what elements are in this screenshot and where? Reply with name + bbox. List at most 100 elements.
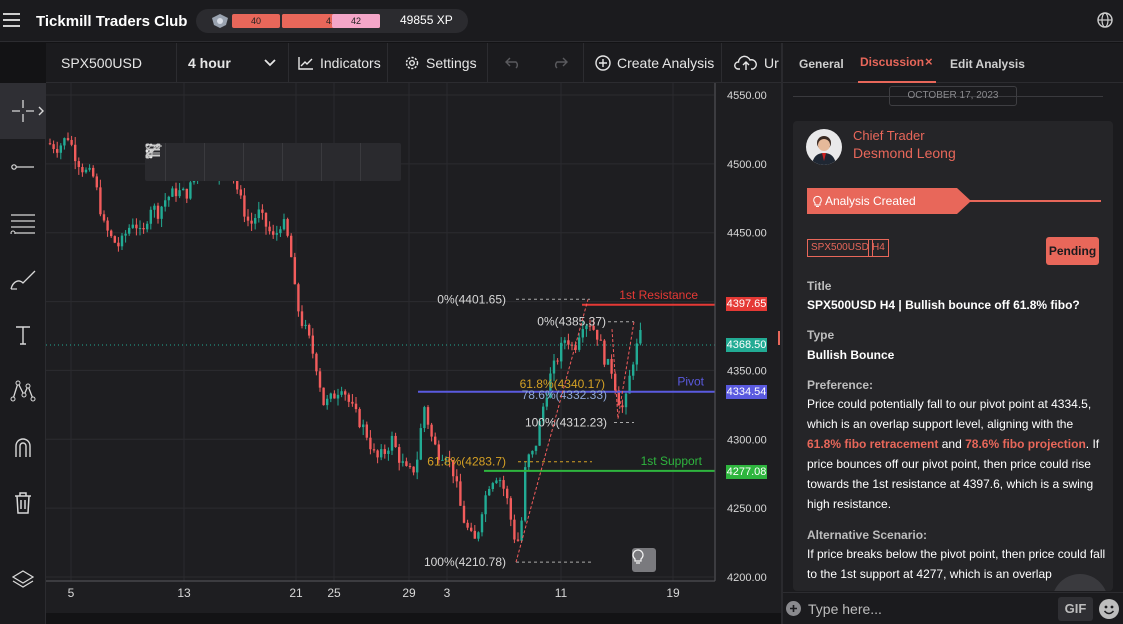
crosshair-icon bbox=[12, 100, 34, 122]
close-tab-icon[interactable]: × bbox=[925, 54, 933, 69]
candle-body bbox=[570, 344, 574, 346]
candle-body bbox=[354, 403, 358, 410]
ray-button[interactable] bbox=[145, 143, 243, 181]
fib-label: 0%(4401.65) bbox=[437, 292, 506, 306]
candle-body bbox=[398, 447, 401, 463]
time-axis-label: 21 bbox=[289, 586, 303, 600]
candle-body bbox=[56, 149, 59, 153]
expand-arrow-icon[interactable] bbox=[38, 106, 44, 116]
candle-body bbox=[279, 229, 282, 234]
candle-body bbox=[567, 340, 570, 345]
candle-body bbox=[311, 335, 314, 354]
price-axis-label: 4300.00 bbox=[727, 434, 767, 446]
poster-role: Chief Trader bbox=[853, 128, 925, 143]
candle-body bbox=[70, 139, 73, 145]
settings-button[interactable]: Settings bbox=[388, 43, 488, 83]
candle-body bbox=[153, 205, 156, 210]
candle-body bbox=[326, 398, 329, 406]
candle-body bbox=[581, 329, 584, 338]
redo-icon[interactable] bbox=[552, 57, 568, 69]
trendline-tool[interactable] bbox=[0, 139, 46, 195]
delete-tool[interactable] bbox=[0, 475, 46, 531]
menu-icon[interactable] bbox=[3, 13, 20, 27]
layers-tool[interactable] bbox=[0, 551, 46, 607]
message-input[interactable]: Type here... bbox=[808, 601, 882, 617]
pivot-price-tag: 4334.54 bbox=[726, 385, 767, 399]
candlesticks bbox=[48, 132, 642, 544]
tab-edit-analysis[interactable]: Edit Analysis bbox=[950, 57, 1025, 71]
candle-body bbox=[142, 227, 145, 230]
price-axis-label: 4350.00 bbox=[727, 365, 767, 377]
candle-body bbox=[66, 138, 70, 140]
trendline-button[interactable] bbox=[145, 143, 282, 181]
price-chart[interactable]: 1st Resistance Pivot 1st Support 0%(4401.65… bbox=[46, 83, 781, 613]
upload-button[interactable]: Ur bbox=[722, 43, 781, 83]
preference-text: Price could potentially fall to our pivo… bbox=[807, 394, 1107, 514]
gif-button[interactable]: GIF bbox=[1058, 597, 1093, 621]
tab-discussion[interactable]: Discussion bbox=[860, 55, 924, 69]
create-analysis-button[interactable]: Create Analysis bbox=[584, 43, 722, 83]
alternative-label: Alternative Scenario: bbox=[807, 528, 928, 542]
upload-label: Ur bbox=[764, 55, 779, 71]
plus-circle-icon bbox=[595, 55, 611, 71]
brush-tool[interactable] bbox=[0, 251, 46, 307]
time-axis-label: 11 bbox=[555, 586, 568, 600]
price-axis-label: 4250.00 bbox=[727, 503, 767, 515]
candle-body bbox=[178, 190, 181, 197]
candle-body bbox=[362, 424, 365, 428]
candle-body bbox=[372, 449, 376, 451]
drawing-toolbar bbox=[145, 143, 401, 181]
settings-label: Settings bbox=[426, 55, 477, 71]
fib-tool[interactable] bbox=[0, 195, 46, 251]
candle-body bbox=[77, 161, 80, 168]
lightbulb-button[interactable] bbox=[632, 548, 656, 572]
avatar[interactable] bbox=[806, 129, 842, 165]
candle-body bbox=[167, 196, 170, 201]
price-axis-label: 4550.00 bbox=[727, 90, 767, 102]
price-axis-label: 4200.00 bbox=[727, 572, 767, 584]
candle-body bbox=[171, 188, 174, 197]
candle-body bbox=[63, 138, 66, 146]
candle-body bbox=[347, 394, 350, 402]
analysis-created-banner: Analysis Created bbox=[807, 188, 971, 214]
fibo-retracement-highlight: 61.8% fibo retracement bbox=[807, 437, 939, 451]
horizontal-ray-icon bbox=[11, 164, 34, 170]
panel-tabs: General Discussion × Edit Analysis bbox=[783, 43, 1123, 83]
timeframe-select[interactable]: 4 hour bbox=[177, 43, 289, 83]
candle-body bbox=[282, 219, 286, 230]
candle-body bbox=[128, 227, 131, 234]
candle-body bbox=[92, 167, 95, 177]
price-axis-label: 4450.00 bbox=[727, 228, 767, 240]
candle-body bbox=[621, 405, 624, 408]
brush-icon bbox=[10, 270, 36, 290]
pattern-tool[interactable] bbox=[0, 363, 46, 419]
symbol-selector[interactable]: SPX500USD bbox=[46, 43, 177, 83]
emoji-icon[interactable] bbox=[1099, 599, 1119, 619]
globe-icon[interactable] bbox=[1096, 11, 1114, 29]
candle-body bbox=[470, 527, 473, 531]
candle-body bbox=[254, 218, 257, 224]
title-value: SPX500USD H4 | Bullish bounce off 61.8% … bbox=[807, 298, 1080, 312]
parallel-channel-button[interactable] bbox=[146, 143, 360, 181]
magnet-tool[interactable] bbox=[0, 419, 46, 475]
undo-redo-group bbox=[488, 43, 584, 83]
candle-body bbox=[477, 532, 480, 539]
undo-icon[interactable] bbox=[505, 57, 521, 69]
horizontal-line-button[interactable] bbox=[145, 143, 204, 181]
poster-name[interactable]: Desmond Leong bbox=[853, 145, 956, 161]
text-tool[interactable] bbox=[0, 307, 46, 363]
extended-line-button[interactable] bbox=[145, 143, 321, 181]
candle-body bbox=[639, 330, 642, 344]
xp-value: 49855 XP bbox=[400, 13, 453, 27]
candle-body bbox=[563, 340, 566, 343]
fib-button[interactable] bbox=[145, 143, 399, 181]
add-attachment-icon[interactable] bbox=[786, 601, 801, 616]
indicators-button[interactable]: Indicators bbox=[289, 43, 388, 83]
candle-body bbox=[524, 467, 527, 521]
app-title: Tickmill Traders Club bbox=[36, 13, 188, 30]
candle-body bbox=[610, 358, 613, 374]
candle-body bbox=[459, 481, 462, 506]
crosshair-tool[interactable] bbox=[0, 83, 46, 139]
tab-general[interactable]: General bbox=[799, 57, 844, 71]
candle-body bbox=[48, 143, 52, 145]
